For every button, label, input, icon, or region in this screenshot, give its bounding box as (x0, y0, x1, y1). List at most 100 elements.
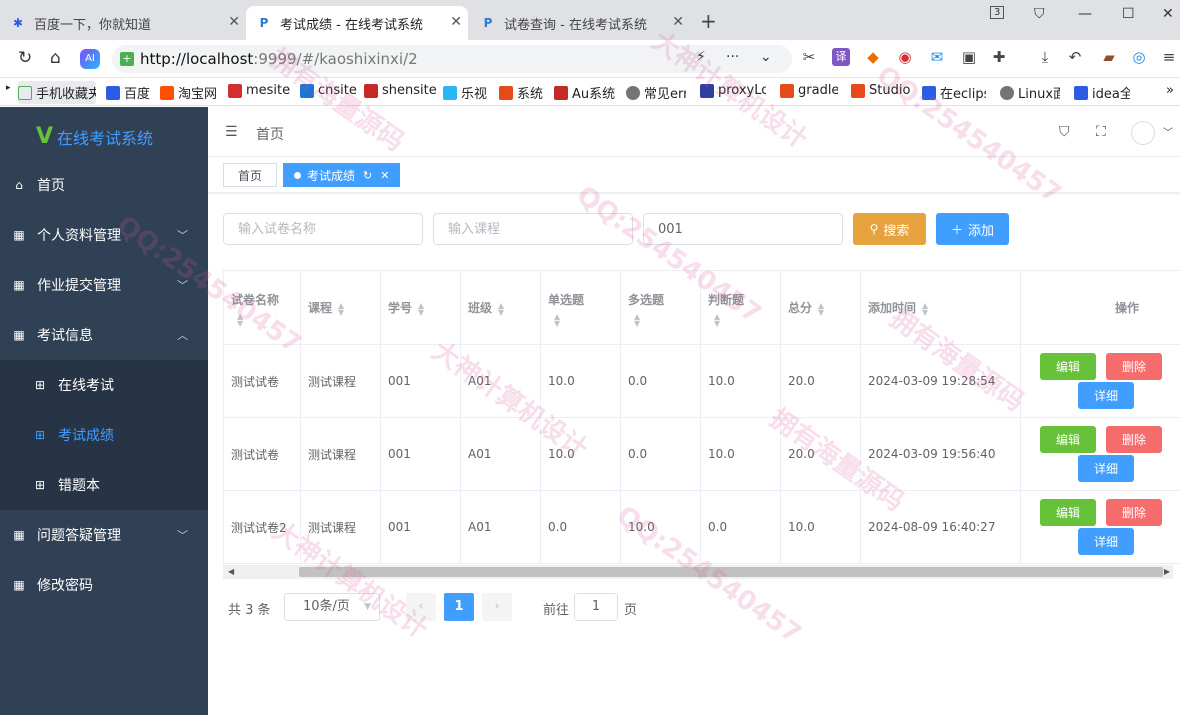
paper-name-input[interactable] (223, 213, 423, 245)
delete-button[interactable]: 删除 (1106, 426, 1162, 453)
bookmarks-toggle-icon[interactable]: ▸ (6, 83, 11, 93)
translate-icon[interactable]: 译 (832, 48, 850, 66)
sidebar-item-homework[interactable]: ▦ 作业提交管理 ﹀ (0, 260, 208, 310)
sort-icon[interactable]: ▲ ▼ (338, 301, 344, 316)
bookmark-item[interactable]: Studio (851, 83, 910, 98)
game-icon[interactable]: ◆ (864, 48, 882, 66)
detail-button[interactable]: 详细 (1078, 382, 1134, 409)
column-header-added-time[interactable]: 添加时间 ▲ ▼ (860, 270, 1021, 345)
menu-icon[interactable]: ≡ (1160, 48, 1178, 66)
delete-button[interactable]: 删除 (1106, 499, 1162, 526)
pocket-icon[interactable]: ▣ (960, 48, 978, 66)
sort-icon[interactable]: ▲ ▼ (418, 301, 424, 316)
bookmark-item[interactable]: 系统 (499, 83, 543, 102)
browser-tab-paper-query[interactable]: P 试卷查询 - 在线考试系统 ✕ (470, 6, 690, 40)
more-bookmarks-icon[interactable]: » (1166, 83, 1174, 98)
column-header-student-id[interactable]: 学号 ▲ ▼ (380, 270, 461, 345)
sidebar-item-profile[interactable]: ▦ 个人资料管理 ﹀ (0, 210, 208, 260)
app-logo[interactable]: V 在线考试系统 (36, 124, 153, 149)
detail-button[interactable]: 详细 (1078, 528, 1134, 555)
bookmark-item[interactable]: Linux面 (1000, 83, 1060, 102)
browser-tab-baidu[interactable]: ✱ 百度一下，你就知道 ✕ (0, 6, 246, 40)
sidebar-item-wrong-book[interactable]: ⊞ 错题本 (0, 460, 208, 510)
weibo-icon[interactable]: ◉ (896, 48, 914, 66)
ai-icon[interactable]: AI (80, 49, 100, 69)
column-header-course[interactable]: 课程 ▲ ▼ (300, 270, 381, 345)
edit-button[interactable]: 编辑 (1040, 426, 1096, 453)
page-number-current[interactable]: 1 (444, 593, 474, 621)
bookmark-item[interactable]: cnsite (300, 83, 357, 98)
home-icon[interactable]: ⌂ (50, 48, 61, 68)
tag-home[interactable]: 首页 (223, 163, 278, 187)
bookmark-item[interactable]: Au系统 (554, 83, 615, 102)
sync-icon[interactable]: ◎ (1130, 48, 1148, 66)
column-header-paper[interactable]: 试卷名称 ▲ ▼ (223, 270, 301, 345)
column-header-single-choice[interactable]: 单选题 ▲ ▼ (540, 270, 621, 345)
window-close-icon[interactable]: ✕ (1162, 6, 1174, 22)
add-button[interactable]: ＋ 添加 (936, 213, 1009, 245)
sort-icon[interactable]: ▲ ▼ (498, 301, 504, 316)
avatar[interactable] (1131, 121, 1155, 145)
bookmark-item[interactable]: 在eclips (922, 83, 986, 102)
column-header-multi-choice[interactable]: 多选题 ▲ ▼ (620, 270, 701, 345)
minimize-icon[interactable]: — (1078, 6, 1092, 22)
tag-exam-scores[interactable]: 考试成绩 ↻ ✕ (283, 163, 401, 187)
bookmark-item[interactable]: 淘宝网 (160, 83, 217, 102)
bookmark-item[interactable]: 乐视 (443, 83, 487, 102)
hamburger-icon[interactable]: ☰ (225, 124, 238, 140)
maximize-icon[interactable]: ☐ (1122, 6, 1135, 22)
close-icon[interactable]: ✕ (672, 14, 684, 30)
bookmark-item[interactable]: 手机收藏夹 (18, 81, 96, 104)
delete-button[interactable]: 删除 (1106, 353, 1162, 380)
sidebar-item-home[interactable]: ⌂ 首页 (0, 160, 208, 210)
sidebar-item-exam-scores[interactable]: ⊞ 考试成绩 (0, 410, 208, 460)
extensions-icon[interactable]: ✚ (990, 48, 1008, 66)
scrollbar-thumb[interactable] (299, 567, 1163, 577)
more-icon[interactable]: ··· (726, 49, 739, 65)
sort-icon[interactable]: ▲ ▼ (818, 301, 824, 316)
bookmark-item[interactable]: 常见err (626, 83, 686, 102)
goto-page-input[interactable]: 1 (574, 593, 618, 621)
sort-icon[interactable]: ▲ ▼ (554, 312, 560, 327)
sort-icon[interactable]: ▲ ▼ (634, 312, 640, 327)
search-button[interactable]: ⚲ 搜索 (853, 213, 926, 245)
bookmark-item[interactable]: 百度 (106, 83, 150, 102)
student-id-input[interactable] (643, 213, 843, 245)
detail-button[interactable]: 详细 (1078, 455, 1134, 482)
sort-icon[interactable]: ▲ ▼ (922, 301, 928, 316)
close-icon[interactable]: ✕ (450, 14, 462, 30)
close-icon[interactable]: ✕ (380, 169, 389, 182)
mail-icon[interactable]: ✉ (928, 48, 946, 66)
horizontal-scrollbar[interactable]: ◀ ▶ (223, 565, 1173, 579)
column-header-class[interactable]: 班级 ▲ ▼ (460, 270, 541, 345)
theme-shirt-icon[interactable]: ⛉ (1059, 124, 1070, 140)
scissors-icon[interactable]: ✂ (800, 48, 818, 66)
download-icon[interactable]: ⤓ (1036, 48, 1054, 66)
scroll-left-icon[interactable]: ◀ (228, 565, 234, 579)
chevron-down-icon[interactable]: ﹀ (1163, 124, 1173, 139)
refresh-icon[interactable]: ↻ (363, 169, 372, 182)
breadcrumb[interactable]: 首页 (256, 124, 284, 144)
sort-icon[interactable]: ▲ ▼ (714, 312, 720, 327)
bookmark-item[interactable]: proxyLo (700, 83, 766, 98)
reload-icon[interactable]: ↻ (18, 48, 32, 68)
bookmark-item[interactable]: gradle (780, 83, 838, 98)
browser-tab-exam-scores[interactable]: P 考试成绩 - 在线考试系统 ✕ (246, 6, 468, 40)
column-header-total[interactable]: 总分 ▲ ▼ (780, 270, 861, 345)
undo-icon[interactable]: ↶ (1066, 48, 1084, 66)
sidebar-item-exam-info[interactable]: ▦ 考试信息 ︿ (0, 310, 208, 360)
page-size-select[interactable]: 10条/页 ▼ (284, 593, 380, 621)
fullscreen-icon[interactable]: ⛶ (1096, 124, 1106, 140)
bookmark-item[interactable]: idea全 (1074, 83, 1130, 102)
toolbox-icon[interactable]: ▰ (1100, 48, 1118, 66)
scroll-right-icon[interactable]: ▶ (1164, 565, 1170, 579)
sidebar-item-qa[interactable]: ▦ 问题答疑管理 ﹀ (0, 510, 208, 560)
bookmark-item[interactable]: mesite (228, 83, 290, 98)
url-field[interactable]: + http://localhost:9999/#/kaoshixinxi/2 … (112, 45, 792, 73)
new-tab-icon[interactable]: + (700, 9, 717, 33)
next-page-icon[interactable]: › (482, 593, 512, 621)
prev-page-icon[interactable]: ‹ (406, 593, 436, 621)
sort-icon[interactable]: ▲ ▼ (237, 312, 243, 327)
sidebar-item-change-password[interactable]: ▦ 修改密码 (0, 560, 208, 610)
course-input[interactable] (433, 213, 633, 245)
